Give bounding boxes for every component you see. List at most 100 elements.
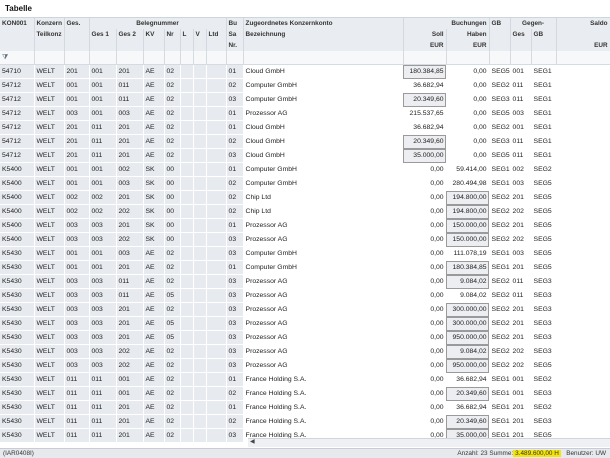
cell-haben: 0,00: [446, 120, 490, 135]
table-row[interactable]: 54712 WELT 201 011 201 AE 02 02 Cloud GmbH 20.349…: [0, 134, 610, 149]
col-konzernkonto[interactable]: Zugeordnetes Konzernkonto: [243, 18, 404, 29]
cell-bezeichnung: Cloud GmbH: [243, 134, 404, 149]
col-ges[interactable]: Ges.: [64, 18, 90, 29]
table-row[interactable]: K5430 WELT 003 003 201 AE 05 03 Prozessor AG 0,00…: [0, 316, 610, 331]
filter-cell[interactable]: [531, 51, 557, 65]
cell-saldo: [556, 204, 610, 219]
scroll-left-icon[interactable]: ◀: [250, 438, 255, 445]
col-kv[interactable]: KV: [143, 29, 165, 40]
filter-cell[interactable]: [489, 51, 511, 65]
filter-cell[interactable]: [64, 51, 90, 65]
col-v[interactable]: V: [193, 29, 207, 40]
filter-cell[interactable]: [193, 51, 207, 65]
cell-l: [180, 78, 194, 93]
table-row[interactable]: K5400 WELT 002 002 201 SK 00 02 Chip Ltd 0,00 194.…: [0, 190, 610, 205]
table-row[interactable]: K5430 WELT 001 001 003 AE 02 03 Computer GmbH 0,0…: [0, 246, 610, 261]
col-sa[interactable]: Sa: [226, 29, 244, 40]
filter-cell[interactable]: [180, 51, 194, 65]
filter-cell[interactable]: [403, 51, 447, 65]
table-row[interactable]: K5430 WELT 003 003 011 AE 05 03 Prozessor AG 0,00…: [0, 288, 610, 303]
table-row[interactable]: K5430 WELT 003 003 201 AE 05 03 Prozessor AG 0,00…: [0, 330, 610, 345]
col-saldo[interactable]: Saldo: [556, 18, 610, 29]
table-row[interactable]: 54712 WELT 201 011 201 AE 02 03 Cloud GmbH 35.000…: [0, 148, 610, 163]
cell-gegen-ges: 003: [510, 106, 532, 121]
cell-ges: 002: [64, 190, 90, 205]
table-row[interactable]: K5430 WELT 011 011 201 AE 02 02 France Holding S…: [0, 414, 610, 429]
col-nr[interactable]: Nr: [164, 29, 181, 40]
cell-bu-sa: 03: [226, 302, 244, 317]
cell-kv: AE: [143, 64, 165, 79]
cell-bezeichnung: Prozessor AG: [243, 106, 404, 121]
col-ges1[interactable]: Ges 1: [89, 29, 117, 40]
cell-konzern: WELT: [34, 78, 65, 93]
cell-konzern: WELT: [34, 274, 65, 289]
cell-saldo: [556, 414, 610, 429]
table-row[interactable]: 54712 WELT 201 011 201 AE 02 01 Cloud GmbH 36.682…: [0, 120, 610, 135]
col-bezeichnung[interactable]: Bezeichnung: [243, 29, 404, 40]
cell-nr: 02: [164, 78, 181, 93]
cell-bu-sa: 03: [226, 148, 244, 163]
filter-cell[interactable]: [34, 51, 65, 65]
table-row[interactable]: K5430 WELT 011 011 001 AE 02 02 France Holding S…: [0, 386, 610, 401]
filter-cell[interactable]: [206, 51, 227, 65]
col-gegen-ges[interactable]: Ges: [510, 29, 532, 40]
table-row[interactable]: K5400 WELT 001 001 002 SK 00 01 Computer GmbH 0,0…: [0, 162, 610, 177]
col-kon001[interactable]: KON001: [0, 18, 35, 29]
col-konzern[interactable]: Konzern: [34, 18, 65, 29]
cell-nr: 02: [164, 428, 181, 443]
table-row[interactable]: K5430 WELT 001 001 201 AE 02 01 Computer GmbH 0,0…: [0, 260, 610, 275]
cell-kv: AE: [143, 92, 165, 107]
table-row[interactable]: K5400 WELT 002 002 202 SK 00 02 Chip Ltd 0,00 194.…: [0, 204, 610, 219]
col-gegen-gb[interactable]: GB: [531, 29, 557, 40]
filter-cell[interactable]: [164, 51, 181, 65]
table-row[interactable]: K5430 WELT 011 011 001 AE 02 01 France Holding S…: [0, 372, 610, 387]
table-row[interactable]: K5400 WELT 001 001 003 SK 00 02 Computer GmbH 0,0…: [0, 176, 610, 191]
cell-l: [180, 358, 194, 373]
filter-cell[interactable]: [143, 51, 165, 65]
cell-bezeichnung: Computer GmbH: [243, 162, 404, 177]
table-row[interactable]: 54712 WELT 001 001 011 AE 02 03 Computer GmbH 20.…: [0, 92, 610, 107]
table-row[interactable]: K5430 WELT 003 003 202 AE 02 03 Prozessor AG 0,00…: [0, 344, 610, 359]
table-row[interactable]: 54712 WELT 001 001 011 AE 02 02 Computer GmbH 36.…: [0, 78, 610, 93]
cell-gegen-gb: SEG1: [531, 148, 557, 163]
cell-gegen-gb: SEG2: [531, 400, 557, 415]
table-row[interactable]: 54712 WELT 003 001 003 AE 02 01 Prozessor AG 215.…: [0, 106, 610, 121]
filter-cell[interactable]: [510, 51, 532, 65]
col-ges2[interactable]: Ges 2: [116, 29, 144, 40]
cell-gegen-gb: SEG5: [531, 218, 557, 233]
table-row[interactable]: K5430 WELT 003 003 201 AE 02 03 Prozessor AG 0,00…: [0, 302, 610, 317]
filter-cell[interactable]: [556, 51, 610, 65]
cell-gb: SEG2: [489, 358, 511, 373]
table-row[interactable]: 54710 WELT 201 001 201 AE 02 01 Cloud GmbH 180.38…: [0, 64, 610, 79]
cell-ges1: 001: [89, 78, 117, 93]
col-soll[interactable]: Soll: [403, 29, 447, 40]
col-bu[interactable]: Bu: [226, 18, 244, 29]
cell-l: [180, 344, 194, 359]
horizontal-scrollbar[interactable]: ◀: [248, 438, 610, 447]
status-sum-label: Summe:: [489, 450, 514, 457]
filter-cell[interactable]: [226, 51, 244, 65]
cell-konzern: WELT: [34, 400, 65, 415]
table-row[interactable]: K5430 WELT 003 003 202 AE 02 03 Prozessor AG 0,00…: [0, 358, 610, 373]
col-haben[interactable]: Haben: [446, 29, 490, 40]
filter-cell[interactable]: [446, 51, 490, 65]
table-row[interactable]: K5430 WELT 011 011 201 AE 02 01 France Holding S…: [0, 400, 610, 415]
table-row[interactable]: K5400 WELT 003 003 201 SK 00 01 Prozessor AG 0,00…: [0, 218, 610, 233]
cell-ltd: [206, 106, 227, 121]
filter-cell[interactable]: ⧩: [0, 51, 35, 65]
filter-cell[interactable]: [89, 51, 117, 65]
cell-ltd: [206, 134, 227, 149]
table-row[interactable]: K5400 WELT 003 003 202 SK 00 03 Prozessor AG 0,00…: [0, 232, 610, 247]
cell-nr: 00: [164, 190, 181, 205]
col-gb[interactable]: GB: [489, 18, 511, 29]
funnel-icon[interactable]: ⧩: [2, 54, 8, 61]
cell-kv: AE: [143, 414, 165, 429]
filter-cell[interactable]: [116, 51, 144, 65]
col-ltd[interactable]: Ltd: [206, 29, 227, 40]
filter-cell[interactable]: [243, 51, 404, 65]
cell-bu-sa: 01: [226, 372, 244, 387]
table-row[interactable]: K5430 WELT 003 003 011 AE 02 03 Prozessor AG 0,00…: [0, 274, 610, 289]
col-l[interactable]: L: [180, 29, 194, 40]
col-teilkonz[interactable]: Teilkonz: [34, 29, 65, 40]
cell-ges2: 001: [116, 372, 144, 387]
